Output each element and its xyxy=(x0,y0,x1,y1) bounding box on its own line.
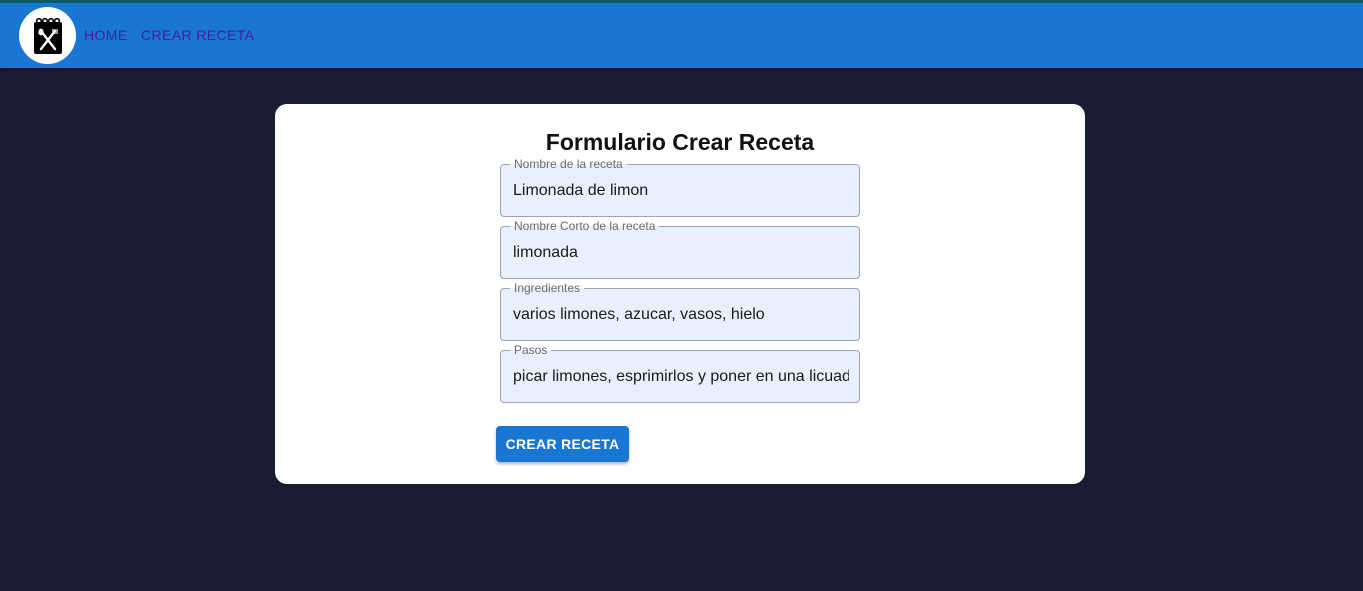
recipe-short-name-label: Nombre Corto de la receta xyxy=(510,219,660,233)
logo[interactable] xyxy=(19,7,76,64)
form-card: Formulario Crear Receta Nombre de la rec… xyxy=(275,104,1085,484)
app-bar: HOME CREAR RECETA xyxy=(0,3,1363,68)
nav-home-link[interactable]: HOME xyxy=(84,27,128,43)
ingredients-input[interactable]: varios limones, azucar, vasos, hielo xyxy=(513,303,849,327)
recipe-name-label: Nombre de la receta xyxy=(510,157,627,171)
form-title: Formulario Crear Receta xyxy=(545,129,815,155)
steps-field[interactable]: Pasos picar limones, esprimirlos y poner… xyxy=(500,343,860,403)
recipe-short-name-field[interactable]: Nombre Corto de la receta limonada xyxy=(500,219,860,279)
recipe-notebook-icon xyxy=(33,17,62,54)
recipe-name-input[interactable]: Limonada de limon xyxy=(513,179,849,203)
ingredients-field[interactable]: Ingredientes varios limones, azucar, vas… xyxy=(500,281,860,341)
crear-receta-button[interactable]: CREAR RECETA xyxy=(496,426,629,462)
nav-crear-receta-link[interactable]: CREAR RECETA xyxy=(141,27,254,43)
steps-label: Pasos xyxy=(510,343,552,357)
ingredients-label: Ingredientes xyxy=(510,281,585,295)
recipe-name-field[interactable]: Nombre de la receta Limonada de limon xyxy=(500,157,860,217)
steps-input[interactable]: picar limones, esprimirlos y poner en un… xyxy=(513,365,849,389)
recipe-short-name-input[interactable]: limonada xyxy=(513,241,849,265)
